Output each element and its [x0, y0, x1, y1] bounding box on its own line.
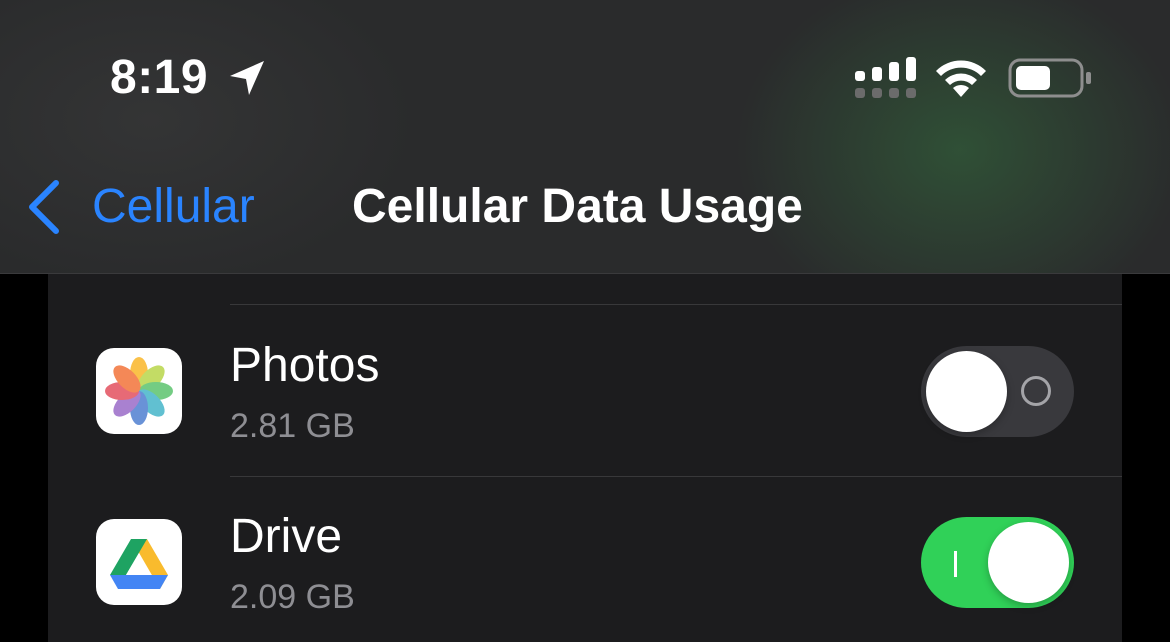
wifi-icon	[936, 60, 986, 97]
app-name: Drive	[230, 510, 343, 563]
app-name: Photos	[230, 339, 380, 392]
drive-cellular-toggle[interactable]	[921, 517, 1074, 608]
app-data-usage: 2.81 GB	[230, 407, 355, 445]
photos-flower-icon	[105, 357, 173, 425]
toggle-on-indicator-icon	[954, 551, 957, 577]
battery-icon	[1008, 58, 1091, 98]
status-time: 8:19	[110, 51, 209, 104]
app-data-usage: 2.09 GB	[230, 578, 355, 616]
list-item-drive: Drive 2.09 GB	[48, 476, 1122, 642]
screen: 8:19 Cellular Cellular Data Usage Photos…	[0, 0, 1170, 642]
cellular-signal-icon	[855, 57, 916, 98]
header: 8:19 Cellular Cellular Data Usage	[0, 0, 1170, 274]
photos-app-icon	[96, 348, 182, 434]
toggle-knob	[988, 522, 1069, 603]
location-arrow-icon	[230, 61, 264, 95]
drive-logo-icon	[110, 539, 168, 589]
page-title: Cellular Data Usage	[352, 180, 803, 233]
toggle-knob	[926, 351, 1007, 432]
app-usage-list: Photos 2.81 GB Drive 2.09 GB	[48, 273, 1122, 642]
back-button[interactable]: Cellular	[24, 175, 255, 239]
list-item-photos: Photos 2.81 GB	[48, 305, 1122, 477]
photos-cellular-toggle[interactable]	[921, 346, 1074, 437]
back-button-label: Cellular	[92, 180, 255, 233]
toggle-off-indicator-icon	[1021, 376, 1051, 406]
drive-app-icon	[96, 519, 182, 605]
chevron-left-icon	[29, 180, 59, 234]
